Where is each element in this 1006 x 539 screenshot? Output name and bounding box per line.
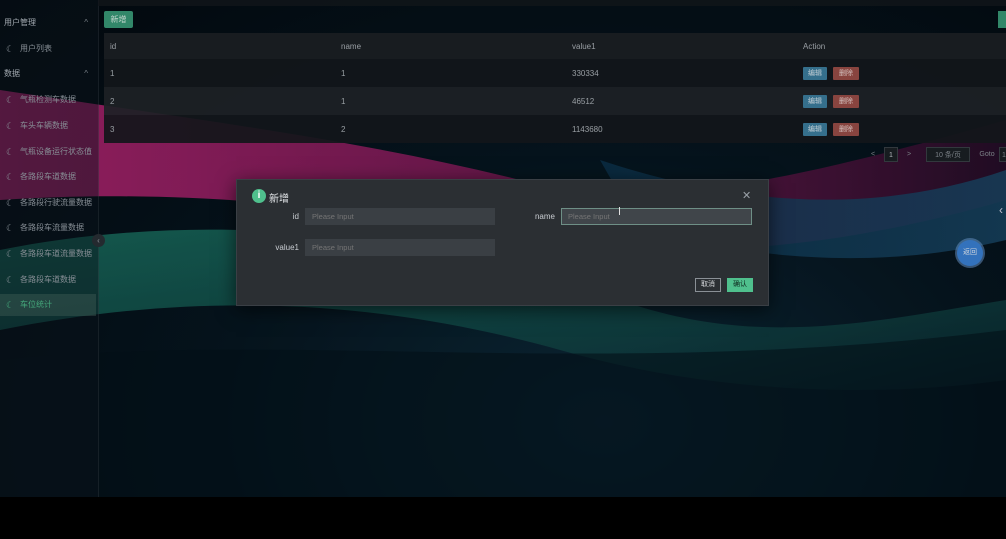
confirm-button[interactable]: 确认 bbox=[727, 278, 753, 292]
info-icon: i bbox=[252, 189, 266, 203]
close-icon[interactable]: ✕ bbox=[742, 189, 751, 202]
field-label-name: name bbox=[534, 212, 555, 221]
id-input[interactable] bbox=[305, 208, 495, 225]
text-cursor bbox=[619, 207, 620, 215]
bottom-bar bbox=[0, 497, 1006, 539]
value1-input[interactable] bbox=[305, 239, 495, 256]
cancel-button[interactable]: 取消 bbox=[695, 278, 721, 292]
name-input[interactable] bbox=[561, 208, 752, 225]
field-label-id: id bbox=[292, 212, 299, 221]
field-label-value1: value1 bbox=[275, 243, 299, 252]
dialog-title: 新增 bbox=[269, 194, 289, 205]
add-dialog: i 新增 ✕ id name value1 取消 确认 bbox=[236, 179, 769, 306]
app-screen: 用户管理 ^ ☾ 用户列表 数据 ^ ☾ 气瓶检测车数据 ☾ 车头车辆数据 ☾ … bbox=[0, 0, 1006, 497]
